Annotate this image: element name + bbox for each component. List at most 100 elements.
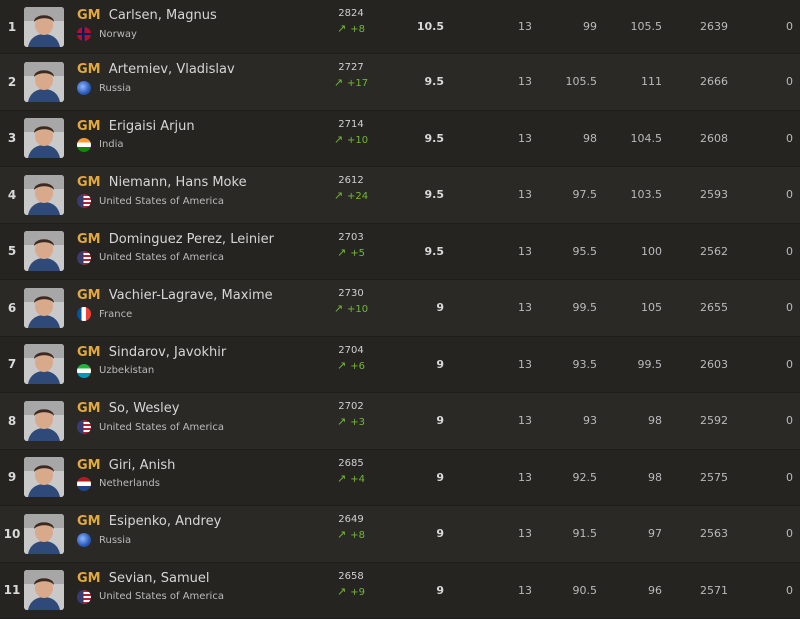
player-title: GM bbox=[77, 401, 101, 416]
player-name[interactable]: Esipenko, Andrey bbox=[109, 514, 222, 529]
country-name: United States of America bbox=[99, 252, 224, 263]
table-row[interactable]: 8 GM So, Wesley United States of America… bbox=[0, 393, 800, 450]
player-name[interactable]: Sevian, Samuel bbox=[109, 571, 210, 586]
table-row[interactable]: 4 GM Niemann, Hans Moke United States of… bbox=[0, 167, 800, 224]
player-name[interactable]: Erigaisi Arjun bbox=[109, 119, 195, 134]
table-row[interactable]: 3 GM Erigaisi Arjun India 2714 ↗+1 bbox=[0, 111, 800, 168]
rating-delta-value: +4 bbox=[350, 474, 365, 485]
player-photo[interactable] bbox=[24, 401, 64, 441]
player-name-line[interactable]: GM Artemiev, Vladislav bbox=[77, 62, 235, 78]
player-photo-image bbox=[24, 231, 64, 271]
player-title: GM bbox=[77, 8, 101, 23]
country-name: Norway bbox=[99, 29, 137, 40]
tiebreak-2: 103.5 bbox=[610, 167, 662, 223]
rating-delta-value: +9 bbox=[350, 587, 365, 598]
player-name[interactable]: Dominguez Perez, Leinier bbox=[109, 232, 274, 247]
country-name: Uzbekistan bbox=[99, 365, 154, 376]
player-name-line[interactable]: GM Dominguez Perez, Leinier bbox=[77, 232, 274, 248]
player-name-line[interactable]: GM Carlsen, Magnus bbox=[77, 8, 217, 24]
player-photo[interactable] bbox=[24, 344, 64, 384]
player-name-line[interactable]: GM Esipenko, Andrey bbox=[77, 514, 221, 530]
table-row[interactable]: 2 GM Artemiev, Vladislav Russia 2727 bbox=[0, 54, 800, 111]
rating-info: 2704 ↗+6 bbox=[330, 345, 372, 374]
games-played: 13 bbox=[480, 506, 532, 562]
performance-rating: 2563 bbox=[678, 506, 728, 562]
player-name-line[interactable]: GM Erigaisi Arjun bbox=[77, 119, 195, 135]
last-column: 0 bbox=[745, 280, 793, 336]
table-row[interactable]: 11 GM Sevian, Samuel United States of Am… bbox=[0, 563, 800, 619]
performance-rating: 2562 bbox=[678, 224, 728, 280]
rating-up-arrow-icon: ↗ bbox=[337, 246, 346, 259]
table-row[interactable]: 9 GM Giri, Anish Netherlands 2685 bbox=[0, 450, 800, 507]
table-row[interactable]: 5 GM Dominguez Perez, Leinier United Sta… bbox=[0, 224, 800, 281]
last-column: 0 bbox=[745, 0, 793, 53]
player-name[interactable]: So, Wesley bbox=[109, 401, 180, 416]
player-name-line[interactable]: GM Niemann, Hans Moke bbox=[77, 175, 247, 191]
country-line: France bbox=[77, 307, 273, 321]
player-name-line[interactable]: GM Sindarov, Javokhir bbox=[77, 345, 226, 361]
last-column: 0 bbox=[745, 54, 793, 110]
rating-delta-value: +10 bbox=[347, 304, 368, 315]
player-photo[interactable] bbox=[24, 175, 64, 215]
table-row[interactable]: 10 GM Esipenko, Andrey Russia 2649 bbox=[0, 506, 800, 563]
player-photo-image bbox=[24, 401, 64, 441]
country-name: Russia bbox=[99, 535, 131, 546]
player-photo[interactable] bbox=[24, 231, 64, 271]
player-name-line[interactable]: GM Giri, Anish bbox=[77, 458, 175, 474]
points: 9 bbox=[400, 506, 444, 562]
rating: 2824 bbox=[330, 8, 372, 20]
games-played: 13 bbox=[480, 337, 532, 393]
country-flag-icon bbox=[77, 590, 91, 604]
performance-rating: 2666 bbox=[678, 54, 728, 110]
points: 9 bbox=[400, 280, 444, 336]
table-row[interactable]: 7 GM Sindarov, Javokhir Uzbekistan 2704 bbox=[0, 337, 800, 394]
rating: 2649 bbox=[330, 514, 372, 526]
table-row[interactable]: 1 GM Carlsen, Magnus Norway 2824 ↗ bbox=[0, 0, 800, 54]
points: 9.5 bbox=[400, 111, 444, 167]
player-name-line[interactable]: GM So, Wesley bbox=[77, 401, 224, 417]
country-line: United States of America bbox=[77, 590, 224, 604]
player-photo[interactable] bbox=[24, 7, 64, 47]
player-photo[interactable] bbox=[24, 288, 64, 328]
player-title: GM bbox=[77, 62, 101, 77]
tiebreak-1: 105.5 bbox=[545, 54, 597, 110]
player-name-line[interactable]: GM Vachier-Lagrave, Maxime bbox=[77, 288, 273, 304]
player-photo[interactable] bbox=[24, 457, 64, 497]
player-name[interactable]: Niemann, Hans Moke bbox=[109, 175, 247, 190]
player-name[interactable]: Artemiev, Vladislav bbox=[109, 62, 235, 77]
player-photo-image bbox=[24, 175, 64, 215]
player-title: GM bbox=[77, 514, 101, 529]
rank: 3 bbox=[0, 111, 24, 167]
player-photo-image bbox=[24, 288, 64, 328]
tiebreak-1: 90.5 bbox=[545, 563, 597, 619]
player-name[interactable]: Giri, Anish bbox=[109, 458, 176, 473]
player-name[interactable]: Carlsen, Magnus bbox=[109, 8, 217, 23]
table-row[interactable]: 6 GM Vachier-Lagrave, Maxime France 2730 bbox=[0, 280, 800, 337]
rating: 2685 bbox=[330, 458, 372, 470]
player-photo[interactable] bbox=[24, 570, 64, 610]
rating-delta: ↗+4 bbox=[330, 472, 372, 487]
rating-delta: ↗+8 bbox=[330, 528, 372, 543]
tiebreak-1: 99.5 bbox=[545, 280, 597, 336]
player-name[interactable]: Sindarov, Javokhir bbox=[109, 345, 226, 360]
player-name[interactable]: Vachier-Lagrave, Maxime bbox=[109, 288, 273, 303]
rating-info: 2824 ↗+8 bbox=[330, 8, 372, 37]
player-name-line[interactable]: GM Sevian, Samuel bbox=[77, 571, 224, 587]
player-photo-image bbox=[24, 570, 64, 610]
player-photo[interactable] bbox=[24, 514, 64, 554]
tiebreak-2: 104.5 bbox=[610, 111, 662, 167]
games-played: 13 bbox=[480, 280, 532, 336]
rating-info: 2714 ↗+10 bbox=[330, 119, 372, 148]
rank: 5 bbox=[0, 224, 24, 280]
rating-delta: ↗+24 bbox=[330, 189, 372, 204]
country-line: Russia bbox=[77, 81, 235, 95]
country-name: United States of America bbox=[99, 591, 224, 602]
performance-rating: 2593 bbox=[678, 167, 728, 223]
tiebreak-1: 93.5 bbox=[545, 337, 597, 393]
player-photo[interactable] bbox=[24, 62, 64, 102]
player-photo[interactable] bbox=[24, 118, 64, 158]
rating-up-arrow-icon: ↗ bbox=[337, 528, 346, 541]
player-info: GM Artemiev, Vladislav Russia bbox=[77, 62, 235, 95]
rating-up-arrow-icon: ↗ bbox=[337, 585, 346, 598]
rating-info: 2727 ↗+17 bbox=[330, 62, 372, 91]
